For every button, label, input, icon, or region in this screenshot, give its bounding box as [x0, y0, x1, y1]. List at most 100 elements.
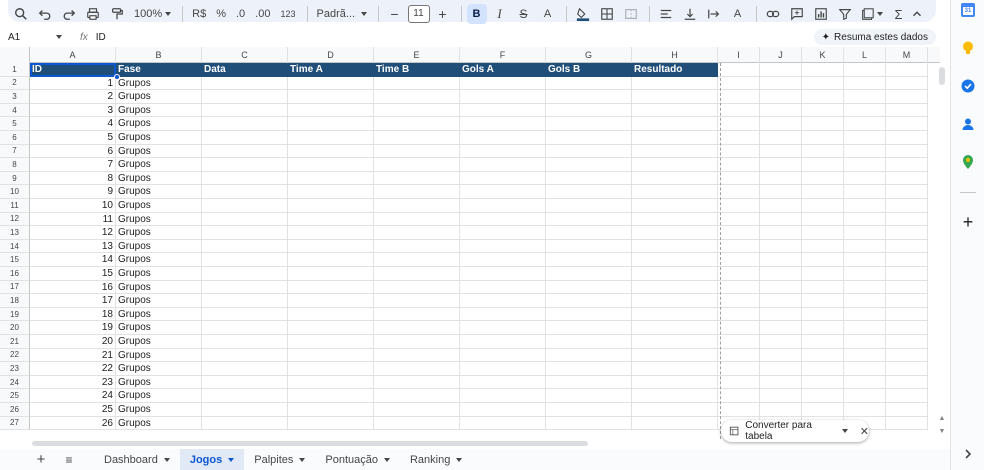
row-number[interactable]: 16: [0, 267, 30, 281]
cell[interactable]: [802, 185, 844, 199]
id-cell[interactable]: 24: [30, 389, 116, 403]
cell[interactable]: [802, 267, 844, 281]
cell[interactable]: [460, 226, 546, 240]
cell[interactable]: [288, 307, 374, 322]
cell[interactable]: [460, 131, 546, 145]
cell[interactable]: [202, 280, 288, 295]
cell[interactable]: [202, 212, 288, 227]
number-format-button[interactable]: 123: [276, 4, 299, 24]
fase-cell[interactable]: Grupos: [116, 199, 202, 213]
row-number[interactable]: 11: [0, 199, 30, 213]
cell[interactable]: [632, 90, 718, 104]
chevron-down-icon[interactable]: [841, 429, 848, 433]
cell[interactable]: [844, 239, 886, 254]
cell[interactable]: [546, 226, 632, 240]
cell[interactable]: [886, 158, 928, 172]
cell[interactable]: [844, 103, 886, 118]
cell[interactable]: [844, 307, 886, 322]
cell[interactable]: [288, 185, 374, 199]
select-all-corner[interactable]: [0, 47, 30, 63]
id-cell[interactable]: 14: [30, 253, 116, 267]
cell[interactable]: [202, 403, 288, 417]
cell[interactable]: [886, 63, 928, 77]
fase-cell[interactable]: Grupos: [116, 90, 202, 104]
cell[interactable]: [802, 253, 844, 267]
cell[interactable]: [546, 267, 632, 281]
cell[interactable]: [374, 348, 460, 363]
cell[interactable]: [546, 416, 632, 431]
id-cell[interactable]: 4: [30, 117, 116, 131]
cell[interactable]: [460, 280, 546, 295]
chevron-down-icon[interactable]: [228, 457, 235, 462]
fill-handle[interactable]: [114, 74, 120, 80]
sheet-tab-ranking[interactable]: Ranking: [400, 449, 472, 470]
cell[interactable]: [288, 226, 374, 240]
fase-cell[interactable]: Grupos: [116, 212, 202, 227]
cell[interactable]: [632, 253, 718, 267]
cell[interactable]: [374, 185, 460, 199]
cell[interactable]: [632, 185, 718, 199]
cell[interactable]: [460, 375, 546, 390]
id-cell[interactable]: 17: [30, 294, 116, 308]
cell[interactable]: [802, 158, 844, 172]
column-header-f[interactable]: F: [460, 47, 546, 63]
cell[interactable]: [460, 416, 546, 431]
cell[interactable]: [802, 63, 844, 77]
cell[interactable]: [546, 144, 632, 159]
expand-side-panel-icon[interactable]: [960, 446, 976, 462]
cell[interactable]: [886, 335, 928, 349]
cell[interactable]: [886, 226, 928, 240]
cell[interactable]: [718, 185, 760, 199]
all-sheets-icon[interactable]: ≡: [58, 453, 80, 467]
cell[interactable]: [802, 226, 844, 240]
cell[interactable]: [632, 103, 718, 118]
cell[interactable]: [546, 307, 632, 322]
print-icon[interactable]: [82, 4, 104, 24]
cell[interactable]: [760, 90, 802, 104]
cell[interactable]: [374, 294, 460, 308]
cell[interactable]: [374, 389, 460, 403]
row-number[interactable]: 20: [0, 321, 30, 335]
cell[interactable]: [886, 403, 928, 417]
cell[interactable]: [802, 131, 844, 145]
cell[interactable]: [202, 375, 288, 390]
cell[interactable]: [760, 280, 802, 295]
cell[interactable]: [460, 103, 546, 118]
percent-format-button[interactable]: %: [212, 4, 230, 24]
currency-format-button[interactable]: R$: [188, 4, 210, 24]
cell[interactable]: [632, 144, 718, 159]
cell[interactable]: [844, 267, 886, 281]
cell[interactable]: [546, 389, 632, 403]
cell[interactable]: [546, 294, 632, 308]
cell[interactable]: [546, 239, 632, 254]
cell[interactable]: [844, 294, 886, 308]
cell[interactable]: [546, 103, 632, 118]
id-cell[interactable]: 21: [30, 348, 116, 363]
vertical-align-icon[interactable]: [679, 4, 701, 24]
cell[interactable]: [632, 226, 718, 240]
chevron-down-icon[interactable]: [299, 457, 306, 462]
id-cell[interactable]: 19: [30, 321, 116, 335]
cell[interactable]: [802, 144, 844, 159]
sheet-tab-palpites[interactable]: Palpites: [244, 449, 315, 470]
cell[interactable]: [288, 90, 374, 104]
cell[interactable]: [802, 212, 844, 227]
cell[interactable]: [546, 280, 632, 295]
cell[interactable]: [460, 171, 546, 186]
cell[interactable]: [760, 294, 802, 308]
horizontal-scroll-thumb[interactable]: [32, 441, 588, 446]
row-number[interactable]: 6: [0, 131, 30, 145]
column-header-b[interactable]: B: [116, 47, 202, 63]
cell[interactable]: [802, 280, 844, 295]
sheet-tab-jogos[interactable]: Jogos: [179, 449, 245, 470]
cell[interactable]: [632, 348, 718, 363]
cell[interactable]: [760, 212, 802, 227]
cell[interactable]: [288, 117, 374, 131]
column-header-k[interactable]: K: [802, 47, 844, 63]
cell[interactable]: [460, 90, 546, 104]
cell[interactable]: [546, 90, 632, 104]
fase-cell[interactable]: Grupos: [116, 239, 202, 254]
cell[interactable]: [844, 144, 886, 159]
cell[interactable]: [288, 280, 374, 295]
fill-color-icon[interactable]: [572, 4, 594, 24]
